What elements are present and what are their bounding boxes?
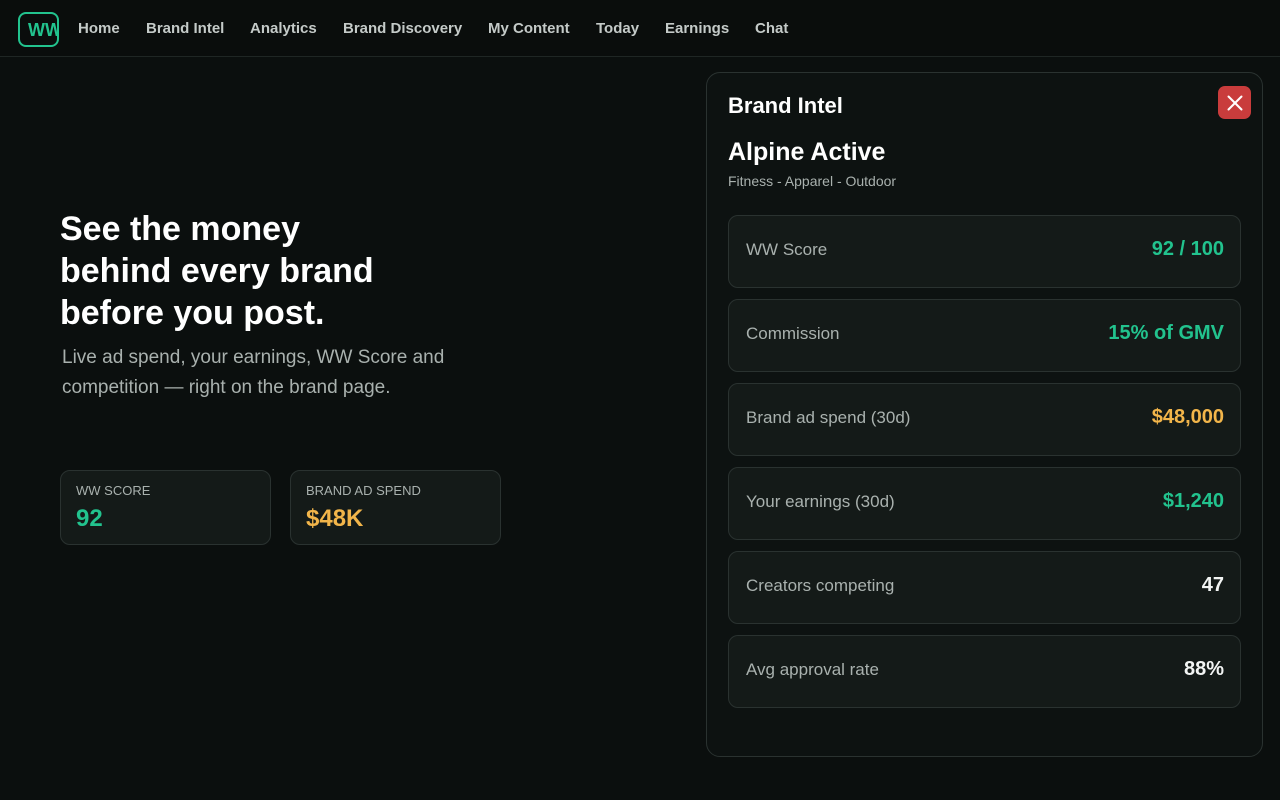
- metric-label: WW Score: [746, 240, 828, 259]
- metric-avg-approval-rate: Avg approval rate 88%: [728, 635, 1241, 708]
- brand-name: Alpine Active: [728, 138, 886, 166]
- metric-commission: Commission 15% of GMV: [728, 299, 1241, 372]
- stat-card-brand-ad-spend: BRAND AD SPEND $48K: [290, 470, 501, 545]
- top-navigation: WW Home Brand Intel Analytics Brand Disc…: [0, 0, 1280, 57]
- nav-item-today[interactable]: Today: [596, 20, 639, 37]
- metric-value: 47: [1201, 574, 1224, 596]
- app-logo[interactable]: WW: [18, 12, 59, 47]
- hero-title-line-1: See the money: [60, 210, 300, 248]
- metric-creators-competing: Creators competing 47: [728, 551, 1241, 624]
- stat-label: WW SCORE: [76, 483, 151, 498]
- nav-item-analytics[interactable]: Analytics: [250, 20, 317, 37]
- metric-ww-score: WW Score 92 / 100: [728, 215, 1241, 288]
- nav-item-brand-intel[interactable]: Brand Intel: [146, 20, 224, 37]
- stat-card-ww-score: WW SCORE 92: [60, 470, 271, 545]
- metric-label: Creators competing: [746, 576, 895, 595]
- nav-item-my-content[interactable]: My Content: [488, 20, 570, 37]
- metric-your-earnings: Your earnings (30d) $1,240: [728, 467, 1241, 540]
- hero-title: See the money behind every brand before …: [60, 208, 480, 334]
- close-icon: [1227, 95, 1242, 110]
- metric-value: $48,000: [1151, 406, 1224, 428]
- hero-title-line-3: before you post.: [60, 294, 325, 332]
- metric-label: Brand ad spend (30d): [746, 408, 911, 427]
- metric-brand-ad-spend: Brand ad spend (30d) $48,000: [728, 383, 1241, 456]
- hero-subtitle: Live ad spend, your earnings, WW Score a…: [62, 347, 445, 398]
- nav-item-home[interactable]: Home: [78, 20, 120, 37]
- nav-item-brand-discovery[interactable]: Brand Discovery: [343, 20, 462, 37]
- brand-intel-panel: Brand Intel Alpine Active Fitness - Appa…: [706, 72, 1263, 757]
- nav-item-chat[interactable]: Chat: [755, 20, 788, 37]
- close-button[interactable]: [1218, 86, 1251, 119]
- hero-title-line-2: behind every brand: [60, 252, 374, 290]
- stat-value: $48K: [306, 505, 364, 532]
- metric-label: Commission: [746, 324, 840, 343]
- brand-categories: Fitness - Apparel - Outdoor: [728, 173, 897, 189]
- metric-value: 88%: [1183, 658, 1224, 680]
- metric-label: Avg approval rate: [746, 660, 879, 679]
- metric-value: 15% of GMV: [1108, 322, 1224, 344]
- stat-label: BRAND AD SPEND: [306, 483, 421, 498]
- panel-title: Brand Intel: [728, 93, 843, 118]
- metric-label: Your earnings (30d): [746, 492, 895, 511]
- nav-item-earnings[interactable]: Earnings: [665, 20, 729, 37]
- metric-value: $1,240: [1162, 490, 1224, 512]
- stat-value: 92: [76, 505, 103, 532]
- metric-value: 92 / 100: [1151, 238, 1224, 260]
